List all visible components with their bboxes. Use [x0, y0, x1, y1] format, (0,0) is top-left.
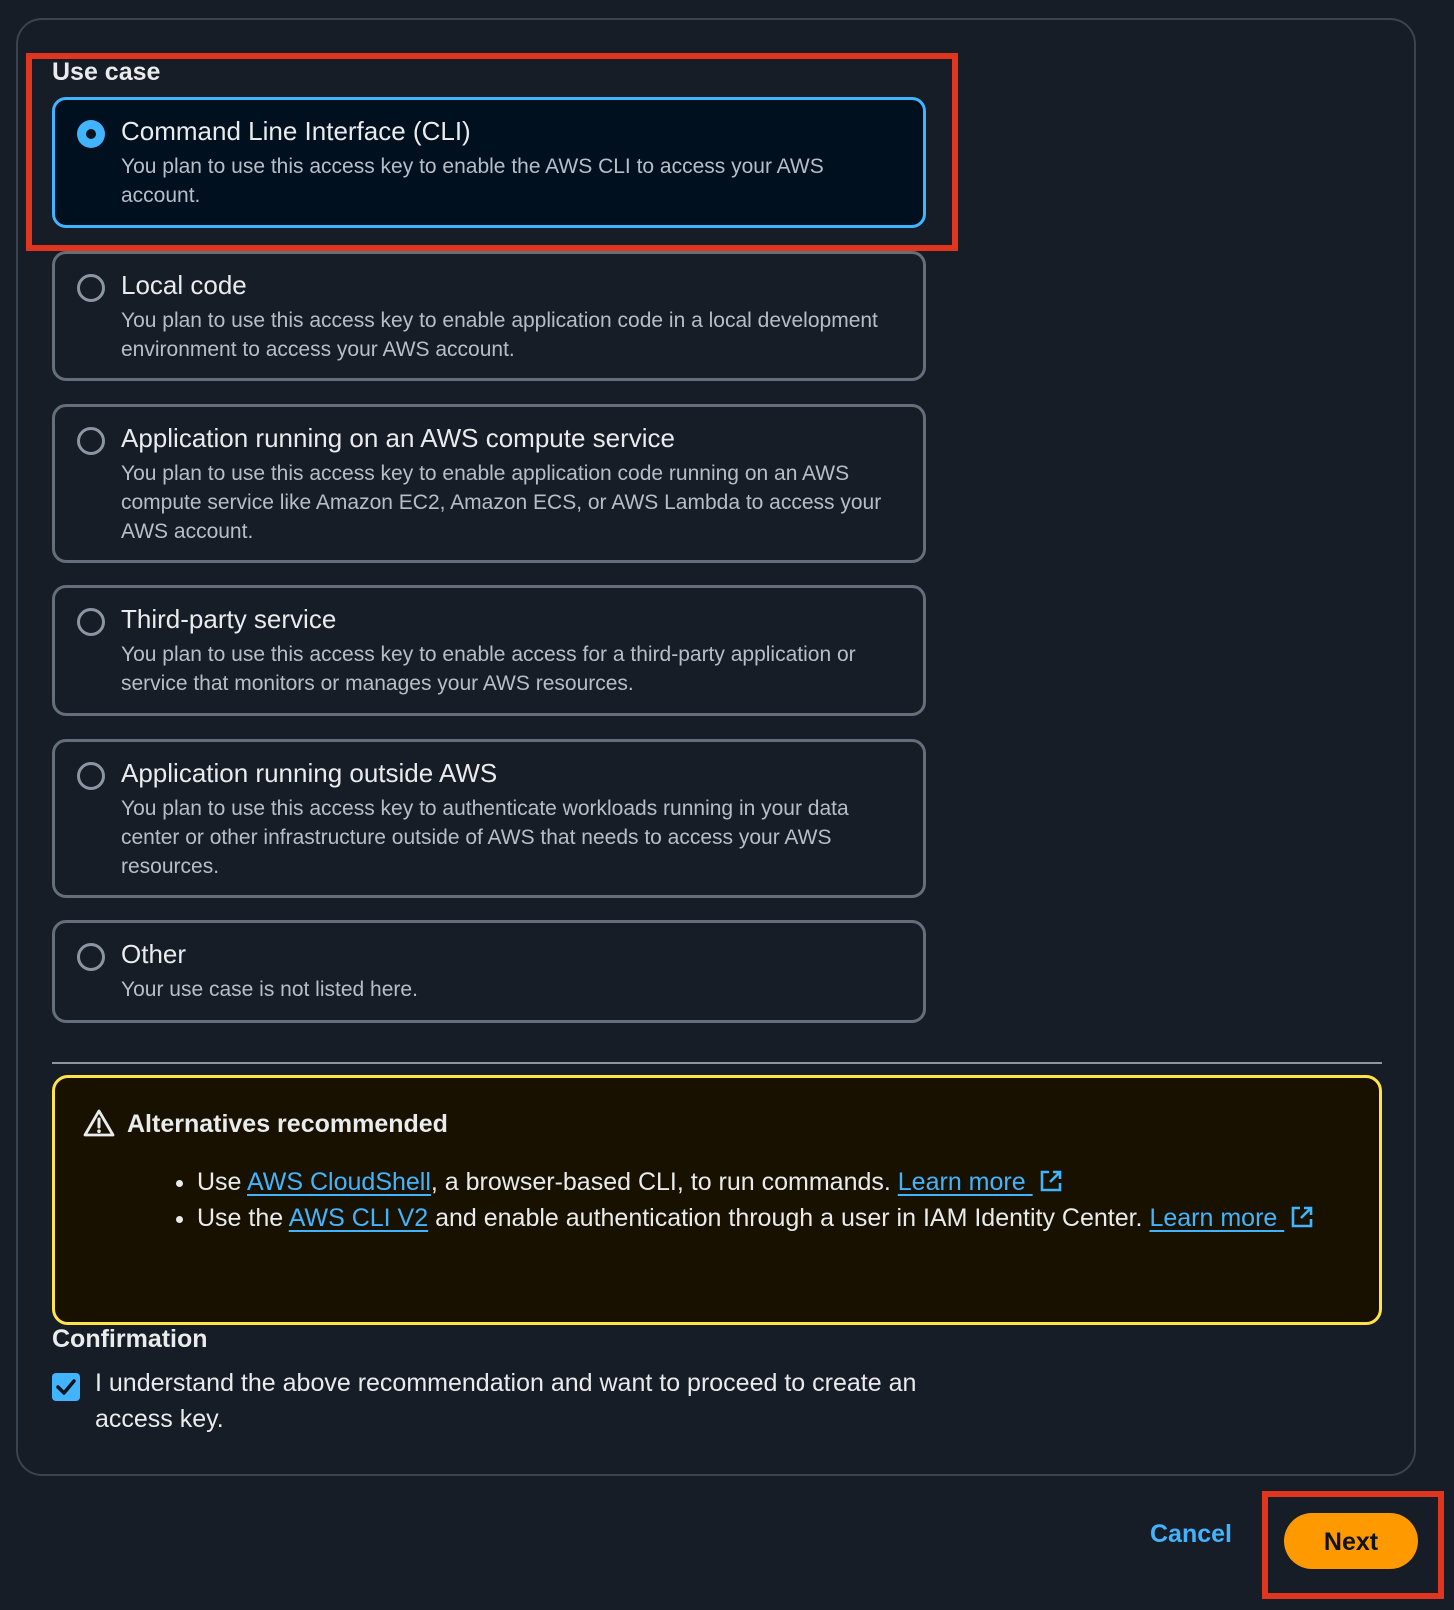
alert-title: Alternatives recommended: [127, 1110, 448, 1138]
learn-more-link[interactable]: Learn more: [1149, 1204, 1284, 1232]
option-description: You plan to use this access key to enabl…: [121, 309, 878, 361]
option-title: Application running on an AWS compute se…: [121, 423, 676, 453]
highlight-annotation-next: [1262, 1491, 1444, 1599]
external-link-icon[interactable]: [1290, 1205, 1314, 1229]
alert-item-text: Use the: [197, 1204, 289, 1232]
aws-cli-v2-link[interactable]: AWS CLI V2: [289, 1204, 428, 1232]
alert-item-text: , a browser-based CLI, to run commands.: [430, 1168, 898, 1196]
option-title: Application running outside AWS: [121, 758, 498, 788]
confirmation-checkbox[interactable]: [52, 1373, 80, 1401]
alert-item-text: Use: [197, 1168, 248, 1196]
radio-icon[interactable]: [77, 274, 105, 302]
radio-icon[interactable]: [77, 427, 105, 455]
option-description: You plan to use this access key to enabl…: [121, 643, 856, 695]
alert-item: Use AWS CloudShell, a browser-based CLI,…: [197, 1164, 1357, 1200]
radio-icon[interactable]: [77, 943, 105, 971]
radio-icon[interactable]: [77, 762, 105, 790]
highlight-annotation-cli: [26, 53, 958, 251]
cloudshell-link[interactable]: AWS CloudShell: [247, 1168, 431, 1196]
confirmation-label: Confirmation: [52, 1325, 208, 1353]
cancel-button[interactable]: Cancel: [1150, 1520, 1232, 1549]
alert-list: Use AWS CloudShell, a browser-based CLI,…: [173, 1164, 1357, 1236]
checkmark-icon: [56, 1379, 76, 1395]
option-title: Other: [121, 939, 187, 969]
confirmation-text: I understand the above recommendation an…: [95, 1369, 917, 1433]
alert-item: Use the AWS CLI V2 and enable authentica…: [197, 1200, 1357, 1236]
option-other[interactable]: Other Your use case is not listed here.: [52, 920, 926, 1023]
alternatives-alert: Alternatives recommended Use AWS CloudSh…: [52, 1075, 1382, 1325]
learn-more-label: Learn more: [1149, 1204, 1278, 1232]
option-title: Local code: [121, 270, 247, 300]
option-third-party[interactable]: Third-party service You plan to use this…: [52, 585, 926, 716]
option-description: You plan to use this access key to enabl…: [121, 462, 882, 543]
option-outside-aws[interactable]: Application running outside AWS You plan…: [52, 739, 926, 898]
alert-item-text: and enable authentication through a user…: [428, 1204, 1150, 1232]
external-link-icon[interactable]: [1039, 1169, 1063, 1193]
option-description: You plan to use this access key to authe…: [121, 797, 849, 878]
learn-more-link[interactable]: Learn more: [898, 1168, 1033, 1196]
learn-more-label: Learn more: [897, 1168, 1026, 1196]
option-aws-compute[interactable]: Application running on an AWS compute se…: [52, 404, 926, 563]
radio-icon[interactable]: [77, 608, 105, 636]
warning-icon: [83, 1109, 115, 1137]
option-title: Third-party service: [121, 604, 337, 634]
option-description: Your use case is not listed here.: [121, 978, 418, 1001]
divider: [52, 1062, 1382, 1064]
option-local-code[interactable]: Local code You plan to use this access k…: [52, 251, 926, 381]
